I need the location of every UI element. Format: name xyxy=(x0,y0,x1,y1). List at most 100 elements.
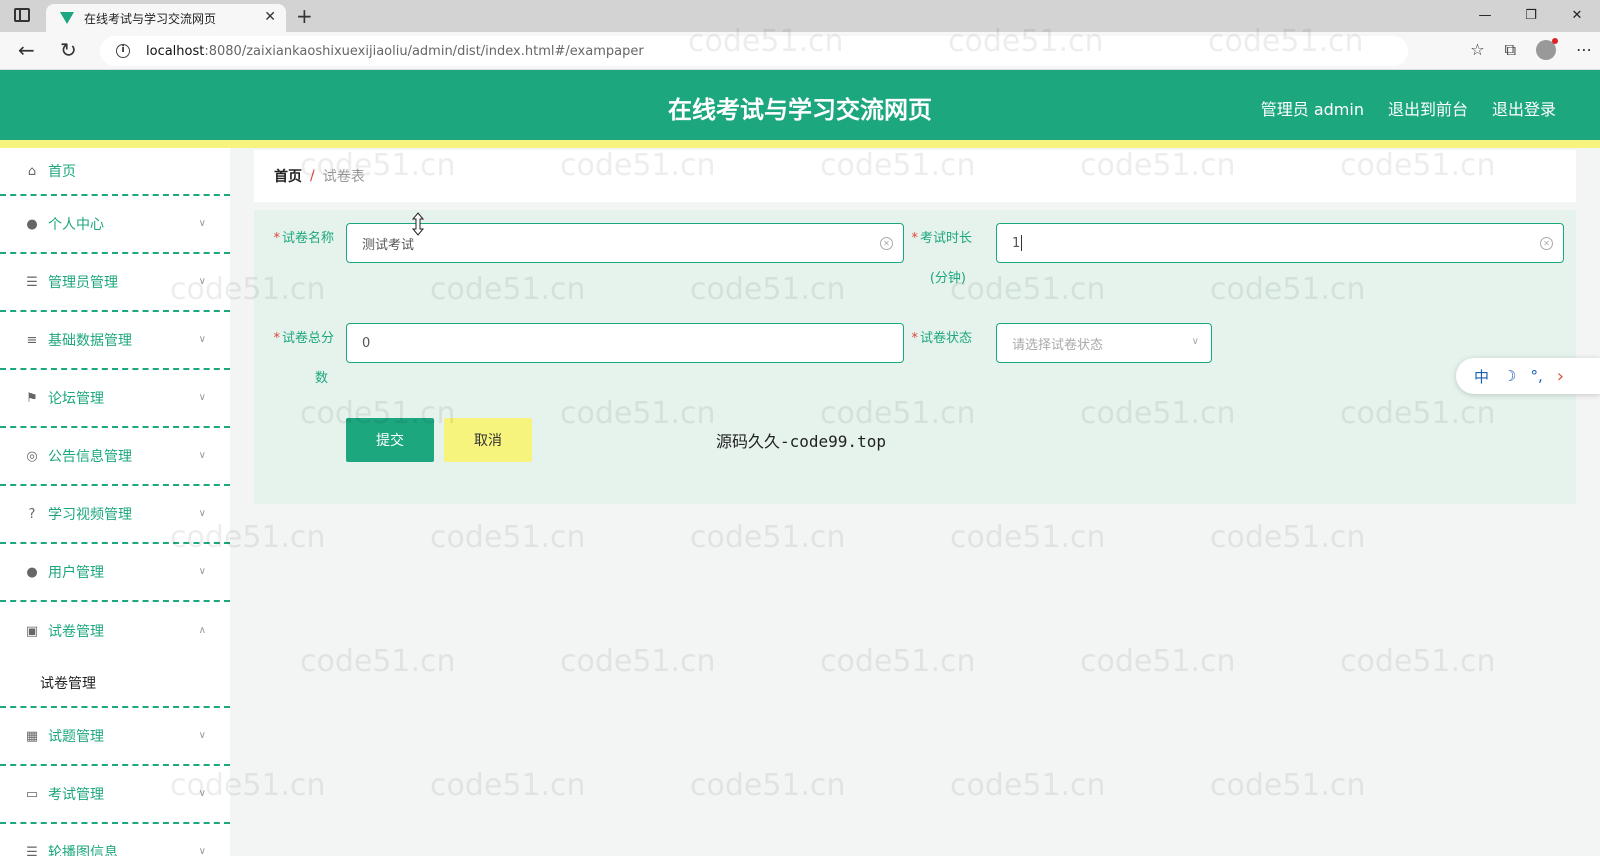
sidebar-item-announcements[interactable]: ◎ 公告信息管理 ∨ xyxy=(0,428,230,486)
ime-toolbar[interactable]: 中 ☽ °, › xyxy=(1456,358,1600,394)
submenu-item-exampaper[interactable]: 试卷管理 xyxy=(0,660,230,708)
monitor-icon: ▭ xyxy=(25,786,39,802)
watermark: code51.cn xyxy=(430,768,586,803)
window-close-icon[interactable]: ✕ xyxy=(1554,0,1600,32)
app-header: 在线考试与学习交流网页 管理员 admin 退出到前台 退出登录 xyxy=(0,70,1600,140)
tab-sidebar-icon[interactable] xyxy=(14,8,30,22)
sidebar-item-label: 个人中心 xyxy=(48,217,104,233)
clipboard-icon: ▣ xyxy=(25,623,39,639)
chevron-down-icon: ∨ xyxy=(198,450,206,461)
sliders-icon: ≡ xyxy=(26,332,38,348)
sidebar-item-exams[interactable]: ▭ 考试管理 ∨ xyxy=(0,766,230,824)
user-icon: ● xyxy=(26,564,38,580)
watermark: code51.cn xyxy=(950,520,1106,555)
chevron-down-icon: ∨ xyxy=(198,218,206,229)
sidebar-item-admins[interactable]: ☰ 管理员管理 ∨ xyxy=(0,254,230,312)
url-input[interactable]: i localhost:8080/zaixiankaoshixuexijiaol… xyxy=(100,36,1408,66)
moon-icon[interactable]: ☽ xyxy=(1503,367,1516,385)
url-host: localhost xyxy=(146,43,205,59)
back-to-front-link[interactable]: 退出到前台 xyxy=(1388,96,1468,120)
sidebar-item-label: 学习视频管理 xyxy=(48,507,132,523)
breadcrumb-current: 试卷表 xyxy=(322,169,365,185)
chevron-down-icon: ∨ xyxy=(198,730,206,741)
breadcrumb: 首页 / 试卷表 xyxy=(254,150,1576,202)
cancel-button[interactable]: 取消 xyxy=(444,418,532,462)
toolbar-icons: ☆ ⧉ ⋯ xyxy=(1470,38,1592,60)
sidebar-item-questions[interactable]: ▦ 试题管理 ∨ xyxy=(0,708,230,766)
sidebar: ⌂ 首页 ● 个人中心 ∨ ☰ 管理员管理 ∨ ≡ 基础数据管理 ∨ ⚑ 论坛管… xyxy=(0,148,230,856)
sidebar-item-label: 试卷管理 xyxy=(48,624,104,640)
minimize-icon[interactable]: — xyxy=(1462,0,1508,32)
watermark: code51.cn xyxy=(300,644,456,679)
sidebar-item-label: 基础数据管理 xyxy=(48,333,132,349)
window-controls: — ❐ ✕ xyxy=(1462,0,1600,32)
chevron-right-icon[interactable]: › xyxy=(1557,366,1564,387)
chevron-down-icon: ∨ xyxy=(198,846,206,856)
watermark: code51.cn xyxy=(690,768,846,803)
name-input[interactable]: 测试考试 ✕ xyxy=(346,223,904,263)
browser-tab-title: 在线考试与学习交流网页 xyxy=(84,11,217,26)
sidebar-item-label: 管理员管理 xyxy=(48,275,118,291)
field-label-status: * 试卷状态 xyxy=(911,331,972,346)
sidebar-item-carousel[interactable]: ☰ 轮播图信息 ∨ xyxy=(0,824,230,856)
grid-icon: ▦ xyxy=(25,728,39,744)
punctuation-icon[interactable]: °, xyxy=(1530,367,1542,385)
sidebar-item-label: 试题管理 xyxy=(48,729,104,745)
list-icon: ☰ xyxy=(26,844,38,856)
chevron-down-icon: ∨ xyxy=(198,276,206,287)
browser-tab[interactable]: 在线考试与学习交流网页 ✕ xyxy=(46,4,286,32)
chevron-down-icon: ∨ xyxy=(198,392,206,403)
restore-icon[interactable]: ❐ xyxy=(1508,0,1554,32)
duration-input[interactable]: 1 ✕ xyxy=(996,223,1564,263)
current-user: 管理员 admin xyxy=(1260,100,1364,119)
logout-link[interactable]: 退出登录 xyxy=(1492,96,1556,120)
sidebar-item-users[interactable]: ● 用户管理 ∨ xyxy=(0,544,230,602)
compass-icon: ◎ xyxy=(26,448,38,464)
chevron-up-icon: ∧ xyxy=(198,625,206,636)
sidebar-item-label: 公告信息管理 xyxy=(48,449,132,465)
back-icon[interactable]: ← xyxy=(18,38,35,62)
url-path: :8080/zaixiankaoshixuexijiaoliu/admin/di… xyxy=(204,43,644,59)
sidebar-item-home[interactable]: ⌂ 首页 xyxy=(0,148,230,196)
watermark: code51.cn xyxy=(1210,520,1366,555)
source-note: 源码久久-code99.top xyxy=(716,432,886,451)
help-circle-icon: ? xyxy=(28,506,36,522)
breadcrumb-separator: / xyxy=(310,168,315,184)
field-label-score: * 试卷总分 数 xyxy=(273,331,334,386)
header-links: 管理员 admin 退出到前台 退出登录 xyxy=(1261,96,1556,120)
clear-icon[interactable]: ✕ xyxy=(1540,237,1553,250)
watermark: code51.cn xyxy=(1210,768,1366,803)
new-tab-icon[interactable]: + xyxy=(296,4,313,28)
profile-avatar-icon[interactable] xyxy=(1536,38,1558,60)
sidebar-item-exampapers[interactable]: ▣ 试卷管理 ∧ xyxy=(0,602,230,660)
chevron-down-icon: ∨ xyxy=(198,566,206,577)
resize-cursor-icon xyxy=(412,212,424,236)
sidebar-item-videos[interactable]: ? 学习视频管理 ∨ xyxy=(0,486,230,544)
flag-icon: ⚑ xyxy=(26,390,38,406)
sidebar-item-label: 首页 xyxy=(48,164,76,180)
breadcrumb-home[interactable]: 首页 xyxy=(274,166,302,186)
score-input[interactable]: 0 xyxy=(346,323,904,363)
user-icon: ● xyxy=(26,216,38,232)
more-icon[interactable]: ⋯ xyxy=(1576,40,1592,60)
status-select[interactable]: 请选择试卷状态 ∨ xyxy=(996,323,1212,363)
reload-icon[interactable]: ↻ xyxy=(60,38,77,62)
watermark: code51.cn xyxy=(690,520,846,555)
watermark: code51.cn xyxy=(1080,644,1236,679)
close-tab-icon[interactable]: ✕ xyxy=(264,9,276,25)
favorites-icon[interactable]: ☆ xyxy=(1470,40,1484,60)
sidebar-item-label: 考试管理 xyxy=(48,787,104,803)
home-icon: ⌂ xyxy=(27,163,37,179)
collections-icon[interactable]: ⧉ xyxy=(1505,40,1516,60)
ime-language-toggle[interactable]: 中 xyxy=(1474,366,1489,387)
chevron-down-icon: ∨ xyxy=(1191,336,1199,347)
sidebar-item-basic-data[interactable]: ≡ 基础数据管理 ∨ xyxy=(0,312,230,370)
chevron-down-icon: ∨ xyxy=(198,508,206,519)
field-label-name: * 试卷名称 xyxy=(273,231,334,246)
sidebar-item-profile[interactable]: ● 个人中心 ∨ xyxy=(0,196,230,254)
sidebar-item-label: 用户管理 xyxy=(48,565,104,581)
submit-button[interactable]: 提交 xyxy=(346,418,434,462)
site-info-icon[interactable]: i xyxy=(116,44,130,58)
chevron-down-icon: ∨ xyxy=(198,334,206,345)
sidebar-item-forum[interactable]: ⚑ 论坛管理 ∨ xyxy=(0,370,230,428)
